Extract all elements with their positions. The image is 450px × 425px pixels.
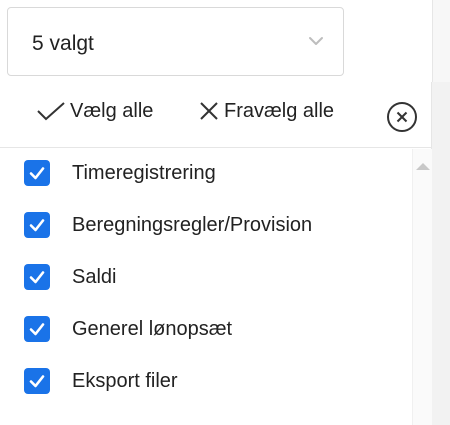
option-label: Beregningsregler/Provision [72,213,313,236]
selected-count: 5 valgt [32,32,94,55]
check-icon [29,375,45,388]
checkbox-checked[interactable] [24,368,50,394]
list-item[interactable]: Beregningsregler/Provision [24,205,312,245]
check-icon [29,167,45,180]
select-all-button[interactable]: Vælg alle [34,96,153,126]
deselect-all-button[interactable]: Fravælg alle [198,96,334,126]
list-item[interactable]: Generel lønopsæt [24,309,232,349]
check-icon [29,323,45,336]
bulk-actions-bar: Vælg alle Fravælg alle [0,82,432,148]
option-label: Saldi [72,265,117,288]
scroll-up-arrow-icon[interactable] [416,163,430,170]
multiselect-dropdown[interactable]: 5 valgt [7,7,344,76]
page-background-strip-top [432,0,450,82]
x-icon [200,102,218,120]
close-circle-icon[interactable] [385,100,419,134]
option-label: Generel lønopsæt [72,317,233,340]
list-item[interactable]: Eksport filer [24,361,178,401]
option-label: Timeregistrering [72,161,216,184]
select-all-label: Vælg alle [70,99,154,122]
scrollbar[interactable] [412,149,432,425]
check-icon [29,219,45,232]
list-item[interactable]: Saldi [24,257,116,297]
checkbox-checked[interactable] [24,264,50,290]
chevron-down-icon [304,32,328,50]
list-item[interactable]: Timeregistrering [24,153,216,193]
options-list: Timeregistrering Beregningsregler/Provis… [0,149,412,425]
option-label: Eksport filer [72,369,178,392]
checkbox-checked[interactable] [24,160,50,186]
checkbox-checked[interactable] [24,316,50,342]
checkmark-icon [37,102,65,121]
check-icon [29,271,45,284]
deselect-all-label: Fravælg alle [224,99,335,122]
checkbox-checked[interactable] [24,212,50,238]
